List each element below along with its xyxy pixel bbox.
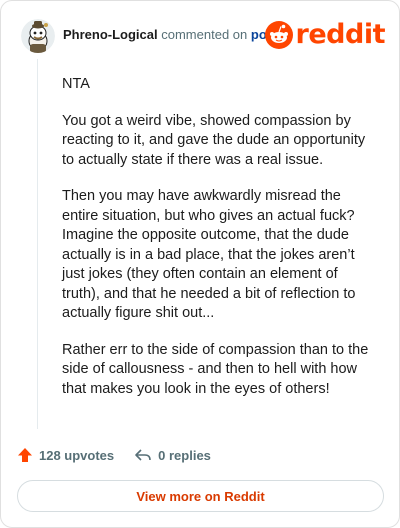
thread-line xyxy=(37,59,38,429)
comment-meta: Phreno-Logical commented on post xyxy=(63,27,278,43)
reply-button[interactable]: 0 replies xyxy=(134,447,211,463)
reddit-logo[interactable]: reddit xyxy=(264,19,386,51)
reply-arrow-icon xyxy=(135,449,151,461)
action-text: commented on xyxy=(161,27,248,42)
comment-footer: 128 upvotes 0 replies xyxy=(17,445,211,465)
username-link[interactable]: Phreno-Logical xyxy=(63,27,158,42)
comment-header: Phreno-Logical commented on post reddit xyxy=(17,15,386,55)
comment-paragraph: Then you may have awkwardly misread the … xyxy=(62,188,356,321)
avatar[interactable] xyxy=(21,19,55,53)
upvote-button[interactable]: 128 upvotes xyxy=(17,447,114,463)
reddit-wordmark: reddit xyxy=(295,19,386,50)
comment-paragraph: Rather err to the side of compassion tha… xyxy=(62,341,369,397)
avatar-icon xyxy=(21,19,55,53)
comment-paragraph: NTA xyxy=(62,76,90,92)
comment-body: NTA You got a weird vibe, showed compass… xyxy=(62,75,374,416)
view-more-button[interactable]: View more on Reddit xyxy=(17,480,384,512)
reply-count: 0 replies xyxy=(158,447,211,463)
upvote-arrow-icon xyxy=(18,448,32,462)
reddit-snoo-icon xyxy=(264,21,293,49)
comment-card: Phreno-Logical commented on post reddit … xyxy=(0,0,400,528)
upvote-count: 128 upvotes xyxy=(39,447,115,463)
comment-paragraph: You got a weird vibe, showed compassion … xyxy=(62,112,366,168)
